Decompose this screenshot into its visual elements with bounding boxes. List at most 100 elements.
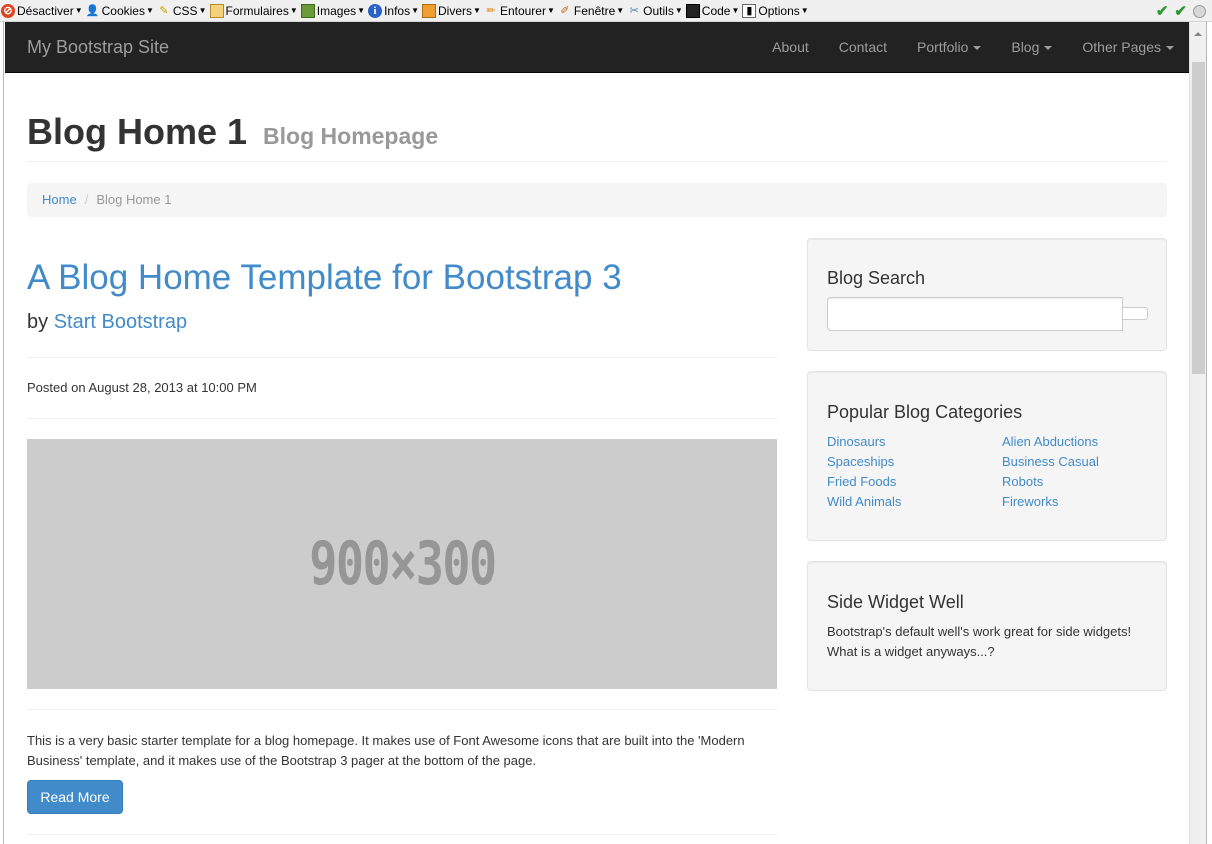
vertical-scrollbar[interactable] [1189, 22, 1206, 844]
images-icon [300, 3, 315, 18]
caret-down-icon: ▼ [289, 6, 298, 15]
placeholder-size-label: 900×300 [308, 529, 497, 599]
divider [27, 357, 777, 358]
js-valid-check-icon[interactable]: ✔ [1174, 2, 1187, 20]
nav-link-contact[interactable]: Contact [824, 22, 902, 72]
category-link-robots[interactable]: Robots [1002, 472, 1099, 492]
toolbar-info-menu[interactable]: i Infos ▼ [367, 1, 421, 21]
toolbar-code-menu[interactable]: Code ▼ [685, 1, 742, 21]
nav-link-about[interactable]: About [757, 22, 824, 72]
disable-icon: ⊘ [1, 3, 15, 18]
caret-down-icon: ▼ [674, 6, 683, 15]
resize-icon: ✐ [560, 4, 570, 17]
caret-down-icon [1044, 46, 1053, 51]
nav-dropdown-blog[interactable]: Blog [996, 22, 1067, 72]
category-link-alien-abductions[interactable]: Alien Abductions [1002, 432, 1099, 452]
navbar-brand[interactable]: My Bootstrap Site [27, 37, 169, 58]
blog-search-well: Blog Search [807, 238, 1167, 351]
category-column-right: Alien Abductions Business Casual Robots … [1002, 432, 1099, 512]
caret-down-icon: ▼ [800, 6, 809, 15]
caret-down-icon: ▼ [74, 6, 83, 15]
nav-link-label: About [772, 39, 809, 55]
post-title-link[interactable]: A Blog Home Template for Bootstrap 3 [27, 256, 622, 300]
caret-down-icon: ▼ [357, 6, 366, 15]
nav-link-label: Portfolio [917, 39, 969, 55]
toolbar-resize-menu[interactable]: ✐ Fenêtre ▼ [557, 1, 626, 21]
category-link-fireworks[interactable]: Fireworks [1002, 492, 1099, 512]
code-icon [685, 3, 700, 18]
search-button[interactable] [1122, 307, 1148, 320]
category-link-wild-animals[interactable]: Wild Animals [827, 492, 901, 512]
divider [27, 834, 777, 835]
caret-down-icon: ▼ [616, 6, 625, 15]
nav-link-label: Contact [838, 39, 887, 55]
info-icon: i [368, 3, 383, 18]
toolbar-disable-menu[interactable]: ⊘ Désactiver ▼ [0, 1, 85, 21]
cookies-icon: 👤 [85, 4, 100, 17]
toolbar-label: Désactiver [17, 3, 74, 18]
toolbar-label: Infos [384, 3, 411, 18]
category-column-left: Dinosaurs Spaceships Fried Foods Wild An… [827, 432, 901, 512]
byline-prefix: by [27, 311, 49, 333]
window-left-edge [0, 22, 4, 844]
toolbar-label: Options [758, 3, 800, 18]
status-circle-icon[interactable] [1193, 4, 1206, 18]
misc-icon [422, 3, 436, 18]
caret-down-icon: ▼ [473, 6, 481, 15]
toolbar-label: Formulaires [225, 3, 289, 18]
css-valid-check-icon[interactable]: ✔ [1156, 2, 1169, 20]
categories-well: Popular Blog Categories Dinosaurs Spaces… [807, 371, 1167, 541]
nav-dropdown-portfolio[interactable]: Portfolio [902, 22, 996, 72]
author-link[interactable]: Start Bootstrap [54, 311, 187, 333]
toolbar-cookies-menu[interactable]: 👤 Cookies ▼ [85, 1, 156, 21]
widget-well-title: Side Widget Well [827, 592, 964, 612]
read-more-button[interactable]: Read More [27, 780, 123, 814]
nav-link-label: Blog [1011, 39, 1040, 55]
toolbar-label: Outils [643, 3, 674, 18]
toolbar-label: Code [701, 3, 731, 18]
category-link-fried-foods[interactable]: Fried Foods [827, 472, 901, 492]
category-link-business-casual[interactable]: Business Casual [1002, 452, 1099, 472]
caret-down-icon [973, 46, 982, 51]
nav-link-label: Other Pages [1082, 39, 1161, 55]
window-right-edge [1206, 22, 1212, 844]
search-input[interactable] [827, 297, 1123, 331]
navbar-links: About Contact Portfolio Blog Other Pages [757, 22, 1189, 72]
category-link-spaceships[interactable]: Spaceships [827, 452, 901, 472]
side-widget-well: Side Widget Well Bootstrap's default wel… [807, 561, 1167, 691]
toolbar-css-menu[interactable]: ✎ CSS ▼ [156, 1, 209, 21]
toolbar-misc-menu[interactable]: Divers ▼ [421, 1, 483, 21]
post-excerpt: This is a very basic starter template fo… [27, 733, 745, 768]
post-date: Posted on August 28, 2013 at 10:00 PM [27, 380, 257, 395]
scrollbar-thumb[interactable] [1192, 62, 1205, 374]
tools-icon: ✂ [629, 4, 639, 17]
post-image-placeholder[interactable]: 900×300 [27, 439, 777, 689]
toolbar-label: Cookies [101, 3, 145, 18]
breadcrumb: Home / Blog Home 1 [27, 183, 1167, 217]
caret-down-icon: ▼ [411, 6, 419, 15]
web-developer-toolbar: ⊘ Désactiver ▼ 👤 Cookies ▼ ✎ CSS ▼ Formulai… [0, 0, 1212, 22]
toolbar-label: Fenêtre [573, 3, 616, 18]
options-icon: ▮ [742, 3, 757, 18]
caret-down-icon [1166, 46, 1174, 51]
divider [27, 161, 1167, 162]
toolbar-label: Divers [438, 3, 473, 18]
scroll-up-arrow-icon[interactable] [1194, 32, 1202, 36]
toolbar-outline-menu[interactable]: ✏ Entourer ▼ [483, 1, 557, 21]
top-navbar: My Bootstrap Site About Contact Portfoli… [5, 22, 1189, 73]
page-title: Blog Home 1 Blog Homepage [27, 108, 438, 160]
toolbar-status-area: ✔ ✔ [1156, 2, 1206, 20]
page-subtitle: Blog Homepage [263, 123, 439, 149]
toolbar-forms-menu[interactable]: Formulaires ▼ [209, 1, 300, 21]
toolbar-tools-menu[interactable]: ✂ Outils ▼ [626, 1, 685, 21]
page-title-text: Blog Home 1 [27, 111, 248, 152]
toolbar-options-menu[interactable]: ▮ Options ▼ [741, 1, 810, 21]
divider [27, 418, 777, 419]
widget-text: Bootstrap's default well's work great fo… [827, 624, 1132, 659]
caret-down-icon: ▼ [731, 6, 740, 15]
breadcrumb-home-link[interactable]: Home [42, 192, 77, 207]
caret-down-icon: ▼ [198, 6, 207, 15]
toolbar-images-menu[interactable]: Images ▼ [300, 1, 367, 21]
category-link-dinosaurs[interactable]: Dinosaurs [827, 432, 901, 452]
nav-dropdown-other-pages[interactable]: Other Pages [1067, 22, 1189, 72]
